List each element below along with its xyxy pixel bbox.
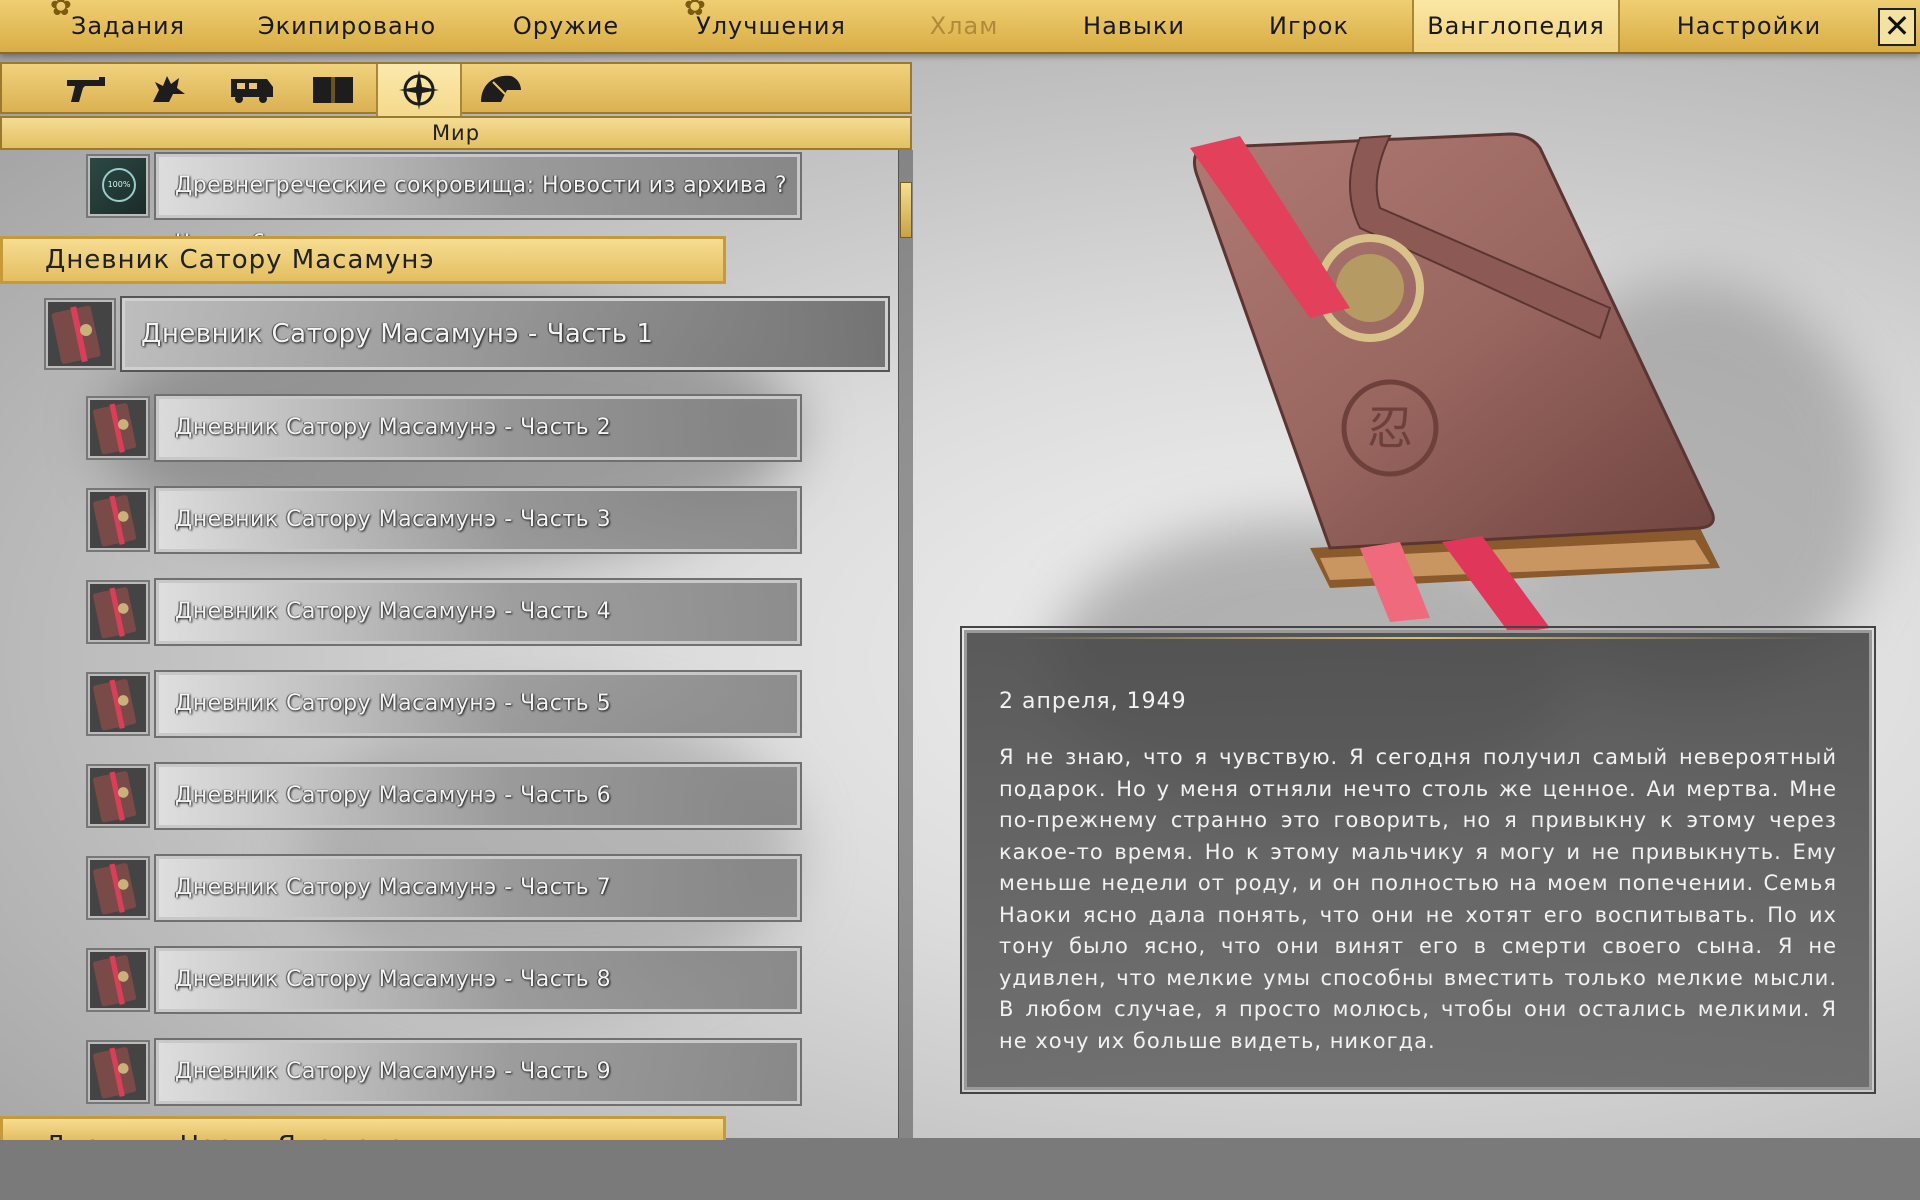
list-item-label: Дневник Сатору Масамунэ - Часть 3 [154,486,802,554]
close-icon: ✕ [1883,7,1911,45]
tab-player[interactable]: Игрок [1254,0,1364,52]
diary-icon [86,856,150,920]
archive-badge-icon: 100% [86,154,150,218]
category-subtabs [0,62,912,116]
list-item-label: Дневник Сатору Масамунэ - Часть 2 [154,394,802,462]
bottom-strip [0,1138,1920,1200]
diary-icon [86,672,150,736]
description-panel: 2 апреля, 1949 Я не знаю, что я чувствую… [960,626,1876,1094]
tab-quests[interactable]: ✿ Задания [50,0,200,52]
category-header[interactable]: Дневник Наоки Ямамото [0,1116,726,1140]
diary-icon [86,396,150,460]
tab-skills[interactable]: Навыки [1076,0,1192,52]
tab-weapons[interactable]: Оружие [500,0,632,52]
subtab-label: Мир [0,116,912,150]
tab-junk[interactable]: Хлам [914,0,1014,52]
list-item-label: Дневник Сатору Масамунэ - Часть 6 [154,762,802,830]
diary-icon [86,764,150,828]
subtab-weapons[interactable] [46,64,128,114]
diary-icon [86,948,150,1012]
list-item-label: Дневник Сатору Масамунэ - Часть 1 [120,296,890,372]
close-button[interactable]: ✕ [1878,8,1916,46]
diary-icon [44,298,116,370]
top-menu-bar: ✿ Задания Экипировано Оружие ✿ Улучшения… [0,0,1920,54]
subtab-creatures[interactable] [128,64,210,114]
list-item-label: Дневник Сатору Масамунэ - Часть 9 [154,1038,802,1106]
entry-list: 100% Древнегреческие сокровища: Новости … [0,150,912,1140]
svg-text:忍: 忍 [1367,401,1413,455]
tab-upgrades[interactable]: ✿ Улучшения [684,0,852,52]
subtab-world[interactable] [376,64,462,116]
truck-icon [231,79,273,103]
tab-vanglopedia[interactable]: Ванглопедия [1412,0,1620,52]
compass-icon [399,70,439,110]
pistol-icon [67,77,105,102]
list-item-label: Дневник Сатору Масамунэ - Часть 5 [154,670,802,738]
entry-date: 2 апреля, 1949 [999,689,1187,714]
list-item-label: Дневник Сатору Масамунэ - Часть 4 [154,578,802,646]
category-header[interactable]: Дневник Сатору Масамунэ [0,236,726,284]
book-icon [313,77,353,103]
entry-text: Я не знаю, что я чувствую. Я сегодня пол… [999,745,1837,1053]
helmet-icon [481,75,521,102]
gear-icon: ✿ [50,0,73,22]
subtab-characters[interactable] [460,64,542,114]
tab-settings[interactable]: Настройки [1664,0,1834,52]
list-item-label: Дневник Сатору Масамунэ - Часть 7 [154,854,802,922]
list-item-label: Древнегреческие сокровища: Новости из ар… [154,152,802,256]
tab-equipped[interactable]: Экипировано [256,0,438,52]
diary-icon [86,580,150,644]
diary-icon [86,488,150,552]
wolf-icon [153,76,185,102]
gear-icon: ✿ [684,0,707,22]
list-item-label: Дневник Сатору Масамунэ - Часть 8 [154,946,802,1014]
diary-book-illustration: 忍 [1190,132,1720,634]
subtab-vehicles[interactable] [210,64,292,114]
subtab-lore[interactable] [292,64,374,114]
diary-icon [86,1040,150,1104]
